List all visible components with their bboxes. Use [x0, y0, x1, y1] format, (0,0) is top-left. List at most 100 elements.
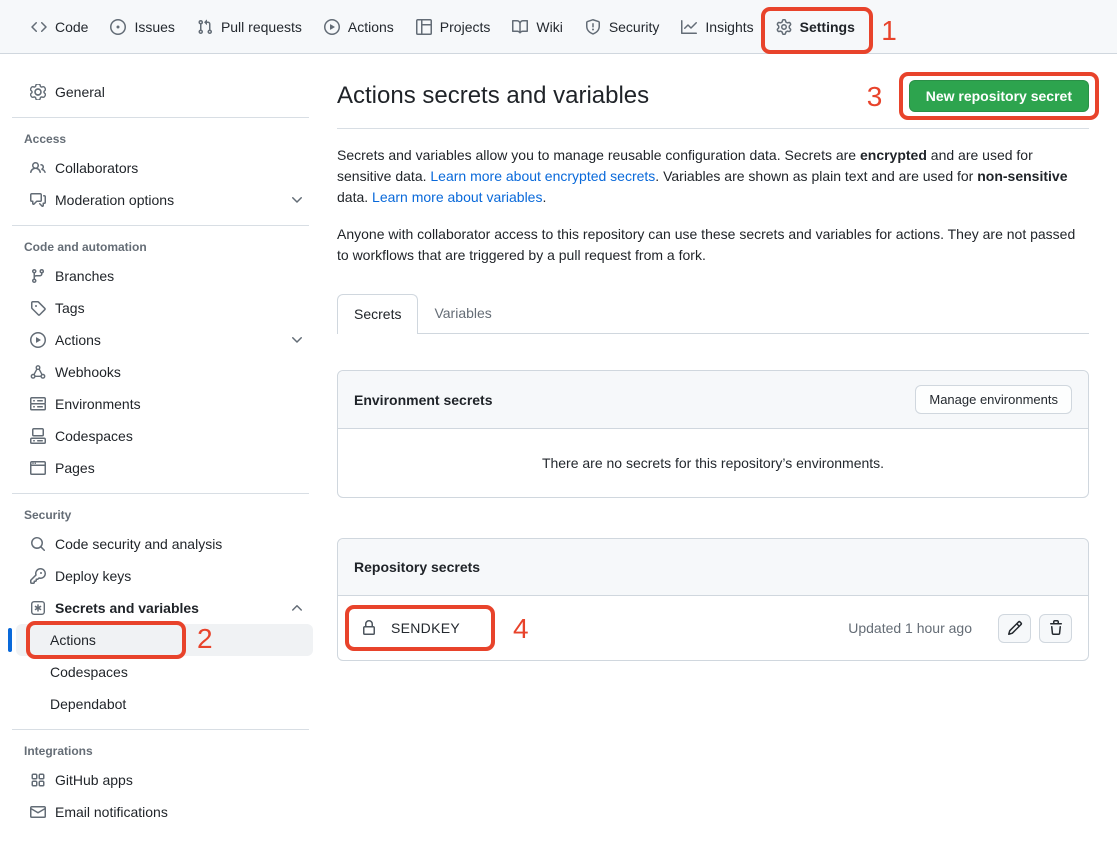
- browser-icon: [30, 460, 46, 476]
- description-paragraph-2: Anyone with collaborator access to this …: [337, 224, 1089, 266]
- sidebar-item-environments[interactable]: Environments: [16, 388, 313, 420]
- repository-secrets-title: Repository secrets: [354, 559, 480, 575]
- sidebar-divider: [12, 729, 309, 730]
- tab-settings-label: Settings: [800, 19, 855, 35]
- link-encrypted-secrets[interactable]: Learn more about encrypted secrets: [430, 168, 655, 184]
- tab-secrets[interactable]: Secrets: [337, 294, 418, 334]
- sidebar-section-integrations: Integrations: [24, 744, 321, 758]
- active-tab-underline: [775, 51, 856, 53]
- manage-environments-button[interactable]: Manage environments: [915, 385, 1072, 414]
- key-asterisk-icon: [30, 600, 46, 616]
- apps-icon: [30, 772, 46, 788]
- sidebar-item-general[interactable]: General: [16, 76, 313, 108]
- webhook-icon: [30, 364, 46, 380]
- tab-insights[interactable]: Insights: [670, 0, 764, 53]
- github-repo-settings-page: Code Issues Pull requests Actions Projec…: [0, 0, 1117, 867]
- server-icon: [30, 396, 46, 412]
- tab-actions[interactable]: Actions: [313, 0, 405, 53]
- tab-code[interactable]: Code: [20, 0, 99, 53]
- tab-wiki[interactable]: Wiki: [501, 0, 573, 53]
- tab-actions-label: Actions: [348, 19, 394, 35]
- sidebar-item-label: Secrets and variables: [55, 600, 280, 616]
- sidebar-divider: [12, 493, 309, 494]
- edit-secret-button[interactable]: [998, 614, 1031, 643]
- sidebar-item-moderation-options[interactable]: Moderation options: [16, 184, 313, 216]
- sidebar-divider: [12, 225, 309, 226]
- tab-security[interactable]: Security: [574, 0, 671, 53]
- sidebar-item-email-notifications[interactable]: Email notifications: [16, 796, 313, 828]
- trash-icon: [1048, 620, 1064, 636]
- sidebar-item-label: Actions: [50, 632, 96, 648]
- repo-tab-nav: Code Issues Pull requests Actions Projec…: [0, 0, 1117, 54]
- tab-settings[interactable]: Settings 1: [765, 0, 866, 53]
- sidebar-item-branches[interactable]: Branches: [16, 260, 313, 292]
- code-icon: [31, 19, 47, 35]
- people-icon: [30, 160, 46, 176]
- issue-opened-icon: [110, 19, 126, 35]
- pull-request-icon: [197, 19, 213, 35]
- sidebar-item-secrets-and-variables[interactable]: Secrets and variables: [16, 592, 313, 624]
- book-icon: [512, 19, 528, 35]
- gear-icon: [776, 19, 792, 35]
- sidebar-item-collaborators[interactable]: Collaborators: [16, 152, 313, 184]
- sidebar-item-label: Email notifications: [55, 804, 168, 820]
- comment-discussion-icon: [30, 192, 46, 208]
- secret-updated-timestamp: Updated 1 hour ago: [848, 620, 972, 636]
- settings-sidebar: General Access Collaborators Moderation …: [0, 54, 321, 828]
- sidebar-subitem-dependabot-secrets[interactable]: Dependabot: [16, 688, 313, 720]
- pencil-icon: [1007, 620, 1023, 636]
- mail-icon: [30, 804, 46, 820]
- sidebar-subitem-codespaces-secrets[interactable]: Codespaces: [16, 656, 313, 688]
- sidebar-item-code-security[interactable]: Code security and analysis: [16, 528, 313, 560]
- tab-wiki-label: Wiki: [536, 19, 562, 35]
- link-variables[interactable]: Learn more about variables: [372, 189, 542, 205]
- sidebar-item-label: Code security and analysis: [55, 536, 222, 552]
- sidebar-item-tags[interactable]: Tags: [16, 292, 313, 324]
- desc-text: Secrets and variables allow you to manag…: [337, 147, 860, 163]
- sidebar-item-label: Dependabot: [50, 696, 126, 712]
- codespaces-icon: [30, 428, 46, 444]
- chevron-down-icon: [289, 192, 305, 208]
- sidebar-item-label: Branches: [55, 268, 114, 284]
- tab-issues[interactable]: Issues: [99, 0, 185, 53]
- sidebar-item-label: Collaborators: [55, 160, 138, 176]
- sidebar-item-label: Codespaces: [50, 664, 128, 680]
- sidebar-item-pages[interactable]: Pages: [16, 452, 313, 484]
- tab-pull-requests[interactable]: Pull requests: [186, 0, 313, 53]
- codescan-icon: [30, 536, 46, 552]
- desc-text: . Variables are shown as plain text and …: [655, 168, 977, 184]
- annotation-number-2: 2: [197, 625, 213, 653]
- secret-name: SENDKEY: [391, 620, 460, 636]
- sidebar-item-label: Moderation options: [55, 192, 280, 208]
- branch-icon: [30, 268, 46, 284]
- tab-projects[interactable]: Projects: [405, 0, 502, 53]
- lock-icon: [361, 620, 377, 636]
- annotation-number-3: 3: [867, 83, 883, 111]
- secrets-variables-tabs: Secrets Variables: [337, 294, 1089, 334]
- repository-secrets-box: Repository secrets SENDKEY Updated 1 hou…: [337, 538, 1089, 661]
- tab-insights-label: Insights: [705, 19, 753, 35]
- sidebar-section-security: Security: [24, 508, 321, 522]
- page-title: Actions secrets and variables: [337, 80, 649, 112]
- tab-variables[interactable]: Variables: [418, 294, 507, 333]
- sidebar-item-webhooks[interactable]: Webhooks: [16, 356, 313, 388]
- table-icon: [416, 19, 432, 35]
- sidebar-item-codespaces[interactable]: Codespaces: [16, 420, 313, 452]
- sidebar-subitem-actions-secrets[interactable]: Actions 2: [16, 624, 313, 656]
- sidebar-item-label: Tags: [55, 300, 85, 316]
- secret-row-sendkey: SENDKEY Updated 1 hour ago 4: [338, 596, 1088, 660]
- new-repository-secret-button[interactable]: New repository secret: [909, 80, 1089, 112]
- tab-issues-label: Issues: [134, 19, 174, 35]
- delete-secret-button[interactable]: [1039, 614, 1072, 643]
- play-icon: [30, 332, 46, 348]
- sidebar-item-label: Pages: [55, 460, 95, 476]
- key-icon: [30, 568, 46, 584]
- main-content: Actions secrets and variables New reposi…: [321, 54, 1089, 661]
- sidebar-item-deploy-keys[interactable]: Deploy keys: [16, 560, 313, 592]
- environment-secrets-box: Environment secrets Manage environments …: [337, 370, 1089, 498]
- sidebar-section-code-automation: Code and automation: [24, 240, 321, 254]
- sidebar-item-actions[interactable]: Actions: [16, 324, 313, 356]
- environment-secrets-empty-state: There are no secrets for this repository…: [338, 429, 1088, 497]
- tab-security-label: Security: [609, 19, 660, 35]
- sidebar-item-github-apps[interactable]: GitHub apps: [16, 764, 313, 796]
